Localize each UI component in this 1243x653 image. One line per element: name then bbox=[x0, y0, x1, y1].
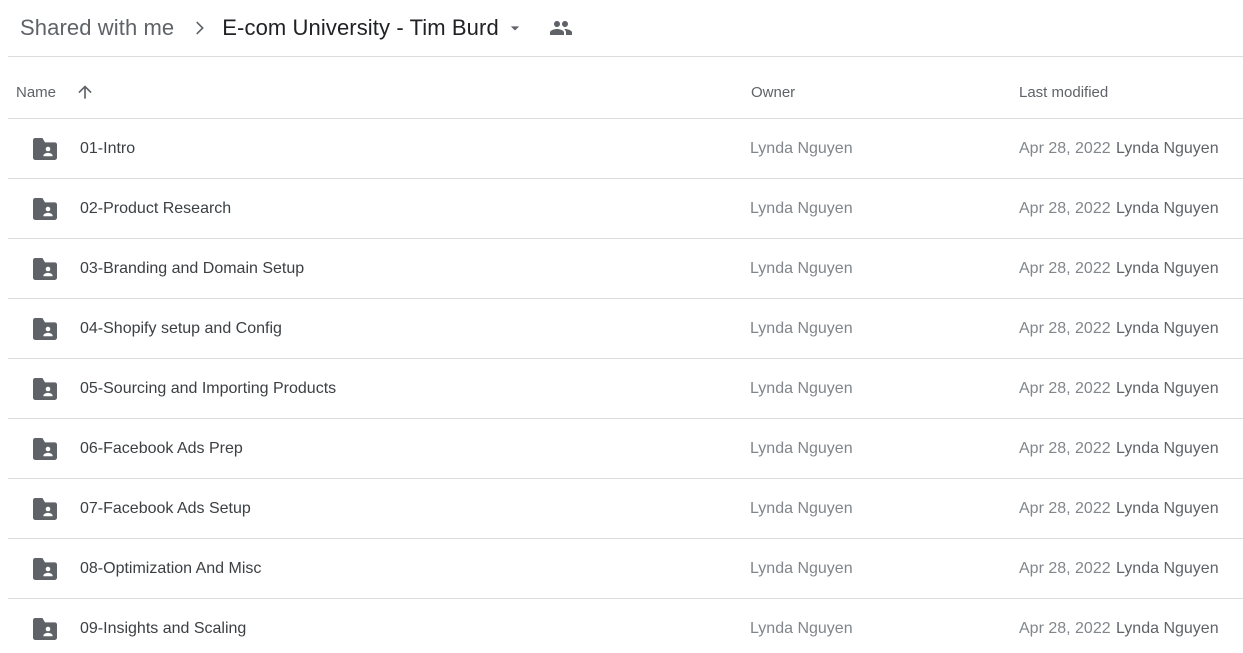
column-owner-label: Owner bbox=[751, 83, 796, 101]
modified-date: Apr 28, 2022 bbox=[1019, 200, 1111, 217]
table-row[interactable]: 07-Facebook Ads Setup Lynda Nguyen Apr 2… bbox=[8, 479, 1243, 539]
owner-name: Lynda Nguyen bbox=[750, 620, 853, 637]
table-row[interactable]: 01-Intro Lynda Nguyen Apr 28, 2022 Lynda… bbox=[8, 119, 1243, 179]
table-row[interactable]: 06-Facebook Ads Prep Lynda Nguyen Apr 28… bbox=[8, 419, 1243, 479]
owner-name: Lynda Nguyen bbox=[750, 140, 853, 157]
breadcrumb: Shared with me E-com University - Tim Bu… bbox=[8, 0, 1243, 57]
caret-down-icon bbox=[503, 16, 527, 40]
breadcrumb-shared-with-me[interactable]: Shared with me bbox=[8, 10, 186, 46]
modified-date: Apr 28, 2022 bbox=[1019, 440, 1111, 457]
file-name: 09-Insights and Scaling bbox=[80, 620, 247, 637]
modified-date: Apr 28, 2022 bbox=[1019, 140, 1111, 157]
file-name: 05-Sourcing and Importing Products bbox=[80, 380, 337, 397]
file-name: 01-Intro bbox=[80, 140, 136, 157]
owner-name: Lynda Nguyen bbox=[750, 320, 853, 337]
owner-name: Lynda Nguyen bbox=[750, 500, 853, 517]
modified-date: Apr 28, 2022 bbox=[1019, 560, 1111, 577]
modified-by: Lynda Nguyen bbox=[1116, 500, 1219, 517]
file-name: 07-Facebook Ads Setup bbox=[80, 500, 251, 517]
file-name: 04-Shopify setup and Config bbox=[80, 320, 282, 337]
file-name: 08-Optimization And Misc bbox=[80, 560, 262, 577]
column-last-modified-label: Last modified bbox=[1019, 83, 1109, 101]
shared-folder-icon bbox=[32, 197, 58, 221]
modified-by: Lynda Nguyen bbox=[1116, 560, 1219, 577]
owner-name: Lynda Nguyen bbox=[750, 260, 853, 277]
table-row[interactable]: 08-Optimization And Misc Lynda Nguyen Ap… bbox=[8, 539, 1243, 599]
modified-by: Lynda Nguyen bbox=[1116, 200, 1219, 217]
file-name: 06-Facebook Ads Prep bbox=[80, 440, 243, 457]
modified-by: Lynda Nguyen bbox=[1116, 380, 1219, 397]
breadcrumb-current-folder[interactable]: E-com University - Tim Burd bbox=[212, 10, 533, 46]
modified-date: Apr 28, 2022 bbox=[1019, 620, 1111, 637]
chevron-right-icon bbox=[188, 17, 210, 39]
people-icon[interactable] bbox=[547, 14, 575, 42]
shared-folder-icon bbox=[32, 437, 58, 461]
table-row[interactable]: 09-Insights and Scaling Lynda Nguyen Apr… bbox=[8, 599, 1243, 653]
shared-folder-icon bbox=[32, 137, 58, 161]
shared-folder-icon bbox=[32, 557, 58, 581]
column-name-label: Name bbox=[16, 83, 57, 101]
owner-name: Lynda Nguyen bbox=[750, 560, 853, 577]
modified-by: Lynda Nguyen bbox=[1116, 260, 1219, 277]
file-name: 02-Product Research bbox=[80, 200, 232, 217]
modified-date: Apr 28, 2022 bbox=[1019, 380, 1111, 397]
column-header-row: Name Owner Last modified bbox=[8, 65, 1243, 119]
modified-by: Lynda Nguyen bbox=[1116, 140, 1219, 157]
drive-file-browser: Shared with me E-com University - Tim Bu… bbox=[0, 0, 1243, 653]
shared-folder-icon bbox=[32, 257, 58, 281]
owner-name: Lynda Nguyen bbox=[750, 380, 853, 397]
shared-folder-icon bbox=[32, 497, 58, 521]
column-header-last-modified[interactable]: Last modified bbox=[1019, 65, 1108, 119]
table-row[interactable]: 03-Branding and Domain Setup Lynda Nguye… bbox=[8, 239, 1243, 299]
modified-date: Apr 28, 2022 bbox=[1019, 260, 1111, 277]
modified-date: Apr 28, 2022 bbox=[1019, 500, 1111, 517]
current-folder-title: E-com University - Tim Burd bbox=[222, 15, 499, 40]
table-row[interactable]: 05-Sourcing and Importing Products Lynda… bbox=[8, 359, 1243, 419]
owner-name: Lynda Nguyen bbox=[750, 440, 853, 457]
arrow-up-icon[interactable] bbox=[73, 80, 97, 104]
modified-by: Lynda Nguyen bbox=[1116, 320, 1219, 337]
shared-folder-icon bbox=[32, 617, 58, 641]
file-name: 03-Branding and Domain Setup bbox=[80, 260, 305, 277]
shared-folder-icon bbox=[32, 317, 58, 341]
shared-folder-icon bbox=[32, 377, 58, 401]
modified-by: Lynda Nguyen bbox=[1116, 440, 1219, 457]
table-row[interactable]: 02-Product Research Lynda Nguyen Apr 28,… bbox=[8, 179, 1243, 239]
file-list: 01-Intro Lynda Nguyen Apr 28, 2022 Lynda… bbox=[8, 119, 1243, 653]
column-header-name[interactable]: Name bbox=[16, 65, 97, 119]
modified-by: Lynda Nguyen bbox=[1116, 620, 1219, 637]
column-header-owner[interactable]: Owner bbox=[751, 65, 795, 119]
modified-date: Apr 28, 2022 bbox=[1019, 320, 1111, 337]
owner-name: Lynda Nguyen bbox=[750, 200, 853, 217]
table-row[interactable]: 04-Shopify setup and Config Lynda Nguyen… bbox=[8, 299, 1243, 359]
